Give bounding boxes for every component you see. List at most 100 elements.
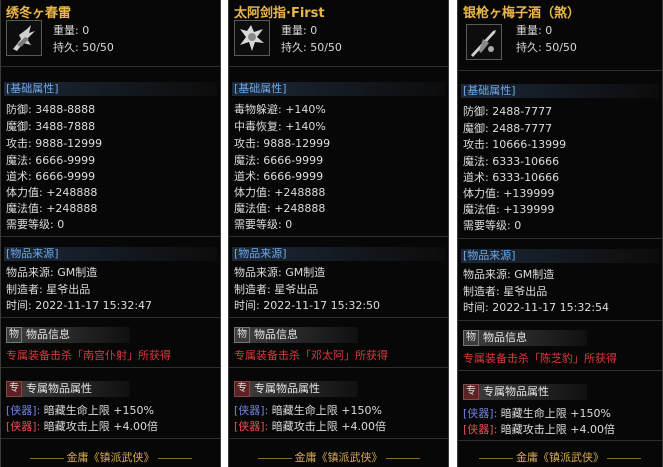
exclusive-tag: 专 [463,384,479,400]
item-info-tag: 物 [234,327,250,343]
xiaqi-line-2: [侠器]: 暗藏攻击上限 +4.00倍 [234,418,386,434]
source-line: 制造者: 星爷出品 [463,285,548,298]
source-line: 物品来源: GM制造 [234,266,326,279]
xiaqi-line-1: [侠器]: 暗藏生命上限 +150% [234,402,382,418]
xiaqi-bracket: [侠器]: [234,420,269,433]
durability-text: 持久: 50/50 [516,41,577,54]
item-source-header: [物品来源] [232,247,445,261]
attr-line: 体力值: +248888 [6,186,98,199]
attr-line: 攻击: 9888-12999 [6,137,103,150]
base-attributes-header: [基础属性] [461,84,659,98]
item-title: 银枪ヶ梅子酒（煞） [463,6,581,21]
item-icon [6,20,42,56]
attr-line: 毒物躲避: +140% [234,103,326,116]
base-attributes-header: [基础属性] [232,82,445,96]
attr-line: 魔法值: +248888 [234,202,326,215]
attr-line: 攻击: 10666-13999 [463,138,567,151]
item-info-tag: 物 [463,330,479,346]
divider [458,370,662,371]
divider [458,70,662,71]
divider [1,66,220,67]
exclusive-label: 专属物品属性 [479,384,587,400]
exclusive-tag: 专 [234,381,250,397]
xiaqi-bracket: [侠器]: [6,404,41,417]
source-line: 时间: 2022-11-17 15:32:50 [234,299,381,312]
attr-line: 需要等级: 0 [463,219,522,232]
weight-text: 重量: 0 [281,24,318,37]
kill-source-text: 专属装备击杀「陈芝豹」所获得 [463,352,617,365]
xiaqi-text: 暗藏生命上限 +150% [271,404,382,417]
divider [458,320,662,321]
source-line: 制造者: 星爷出品 [234,283,319,296]
divider [1,438,220,439]
base-attributes-header: [基础属性] [4,82,217,96]
divider [458,238,662,239]
attr-line: 防御: 2488-7777 [463,105,553,118]
divider [229,317,448,318]
xiaqi-line-1: [侠器]: 暗藏生命上限 +150% [6,402,154,418]
footer-line [157,457,192,459]
footer: 金庸《镇派武侠》 [458,449,662,465]
exclusive-tag: 专 [6,381,22,397]
divider [229,236,448,237]
attr-line: 道术: 6333-10666 [463,171,560,184]
item-icon [234,20,270,56]
xiaqi-text: 暗藏生命上限 +150% [43,404,154,417]
item-title: 太阿剑指·First [234,6,325,21]
item-info-tag: 物 [6,327,22,343]
item-info-row: 物物品信息 [6,327,130,343]
xiaqi-bracket: [侠器]: [6,420,41,433]
attr-line: 魔法值: +248888 [6,202,98,215]
weight-text: 重量: 0 [516,24,553,37]
item-tooltip-panel-2: 太阿剑指·First 重量: 0 持久: 50/50 [基础属性] 毒物躲避: … [228,0,449,467]
divider [1,236,220,237]
attr-line: 魔御: 3488-7888 [6,120,96,133]
attr-line: 体力值: +248888 [234,186,326,199]
exclusive-attributes-row: 专专属物品属性 [6,381,130,397]
attr-line: 魔法值: +139999 [463,203,555,216]
item-info-label: 物品信息 [22,327,130,343]
exclusive-attributes-row: 专专属物品属性 [463,384,587,400]
footer: 金庸《镇派武侠》 [229,449,448,465]
attr-line: 魔法: 6666-9999 [234,154,324,167]
exclusive-attributes-row: 专专属物品属性 [234,381,358,397]
item-source-header: [物品来源] [4,247,217,261]
item-title: 绣冬ヶ春雷 [6,6,72,21]
footer-line [29,457,64,459]
item-info-row: 物物品信息 [234,327,358,343]
xiaqi-text: 暗藏攻击上限 +4.00倍 [271,420,387,433]
item-info-label: 物品信息 [479,330,587,346]
xiaqi-line-2: [侠器]: 暗藏攻击上限 +4.00倍 [6,418,158,434]
xiaqi-text: 暗藏生命上限 +150% [500,407,611,420]
xiaqi-bracket: [侠器]: [463,407,498,420]
item-icon [466,24,502,60]
attr-line: 魔法: 6333-10666 [463,155,560,168]
item-source-header: [物品来源] [461,249,659,263]
source-line: 时间: 2022-11-17 15:32:54 [463,301,610,314]
item-tooltip-panel-3: 银枪ヶ梅子酒（煞） 重量: 0 持久: 50/50 [基础属性] 防御: 248… [457,0,663,467]
divider [1,317,220,318]
source-line: 时间: 2022-11-17 15:32:47 [6,299,153,312]
attr-line: 道术: 6666-9999 [234,170,324,183]
xiaqi-line-2: [侠器]: 暗藏攻击上限 +4.00倍 [463,421,615,437]
divider [458,440,662,441]
divider [229,66,448,67]
attr-line: 需要等级: 0 [6,218,65,231]
xiaqi-line-1: [侠器]: 暗藏生命上限 +150% [463,405,611,421]
footer-text: 金庸《镇派武侠》 [66,451,155,464]
attr-line: 魔法: 6666-9999 [6,154,96,167]
durability-text: 持久: 50/50 [53,41,114,54]
attr-line: 中毒恢复: +140% [234,120,326,133]
item-info-label: 物品信息 [250,327,358,343]
item-tooltip-panel-1: 绣冬ヶ春雷 重量: 0 持久: 50/50 [基础属性] 防御: 3488-88… [0,0,221,467]
weight-text: 重量: 0 [53,24,90,37]
divider [229,367,448,368]
footer-line [385,457,420,459]
footer-text: 金庸《镇派武侠》 [294,451,383,464]
source-line: 制造者: 星爷出品 [6,283,91,296]
item-info-row: 物物品信息 [463,330,587,346]
kill-source-text: 专属装备击杀「南宫仆射」所获得 [6,349,171,362]
kill-source-text: 专属装备击杀「邓太阿」所获得 [234,349,388,362]
attr-line: 防御: 3488-8888 [6,103,96,116]
source-line: 物品来源: GM制造 [463,268,555,281]
